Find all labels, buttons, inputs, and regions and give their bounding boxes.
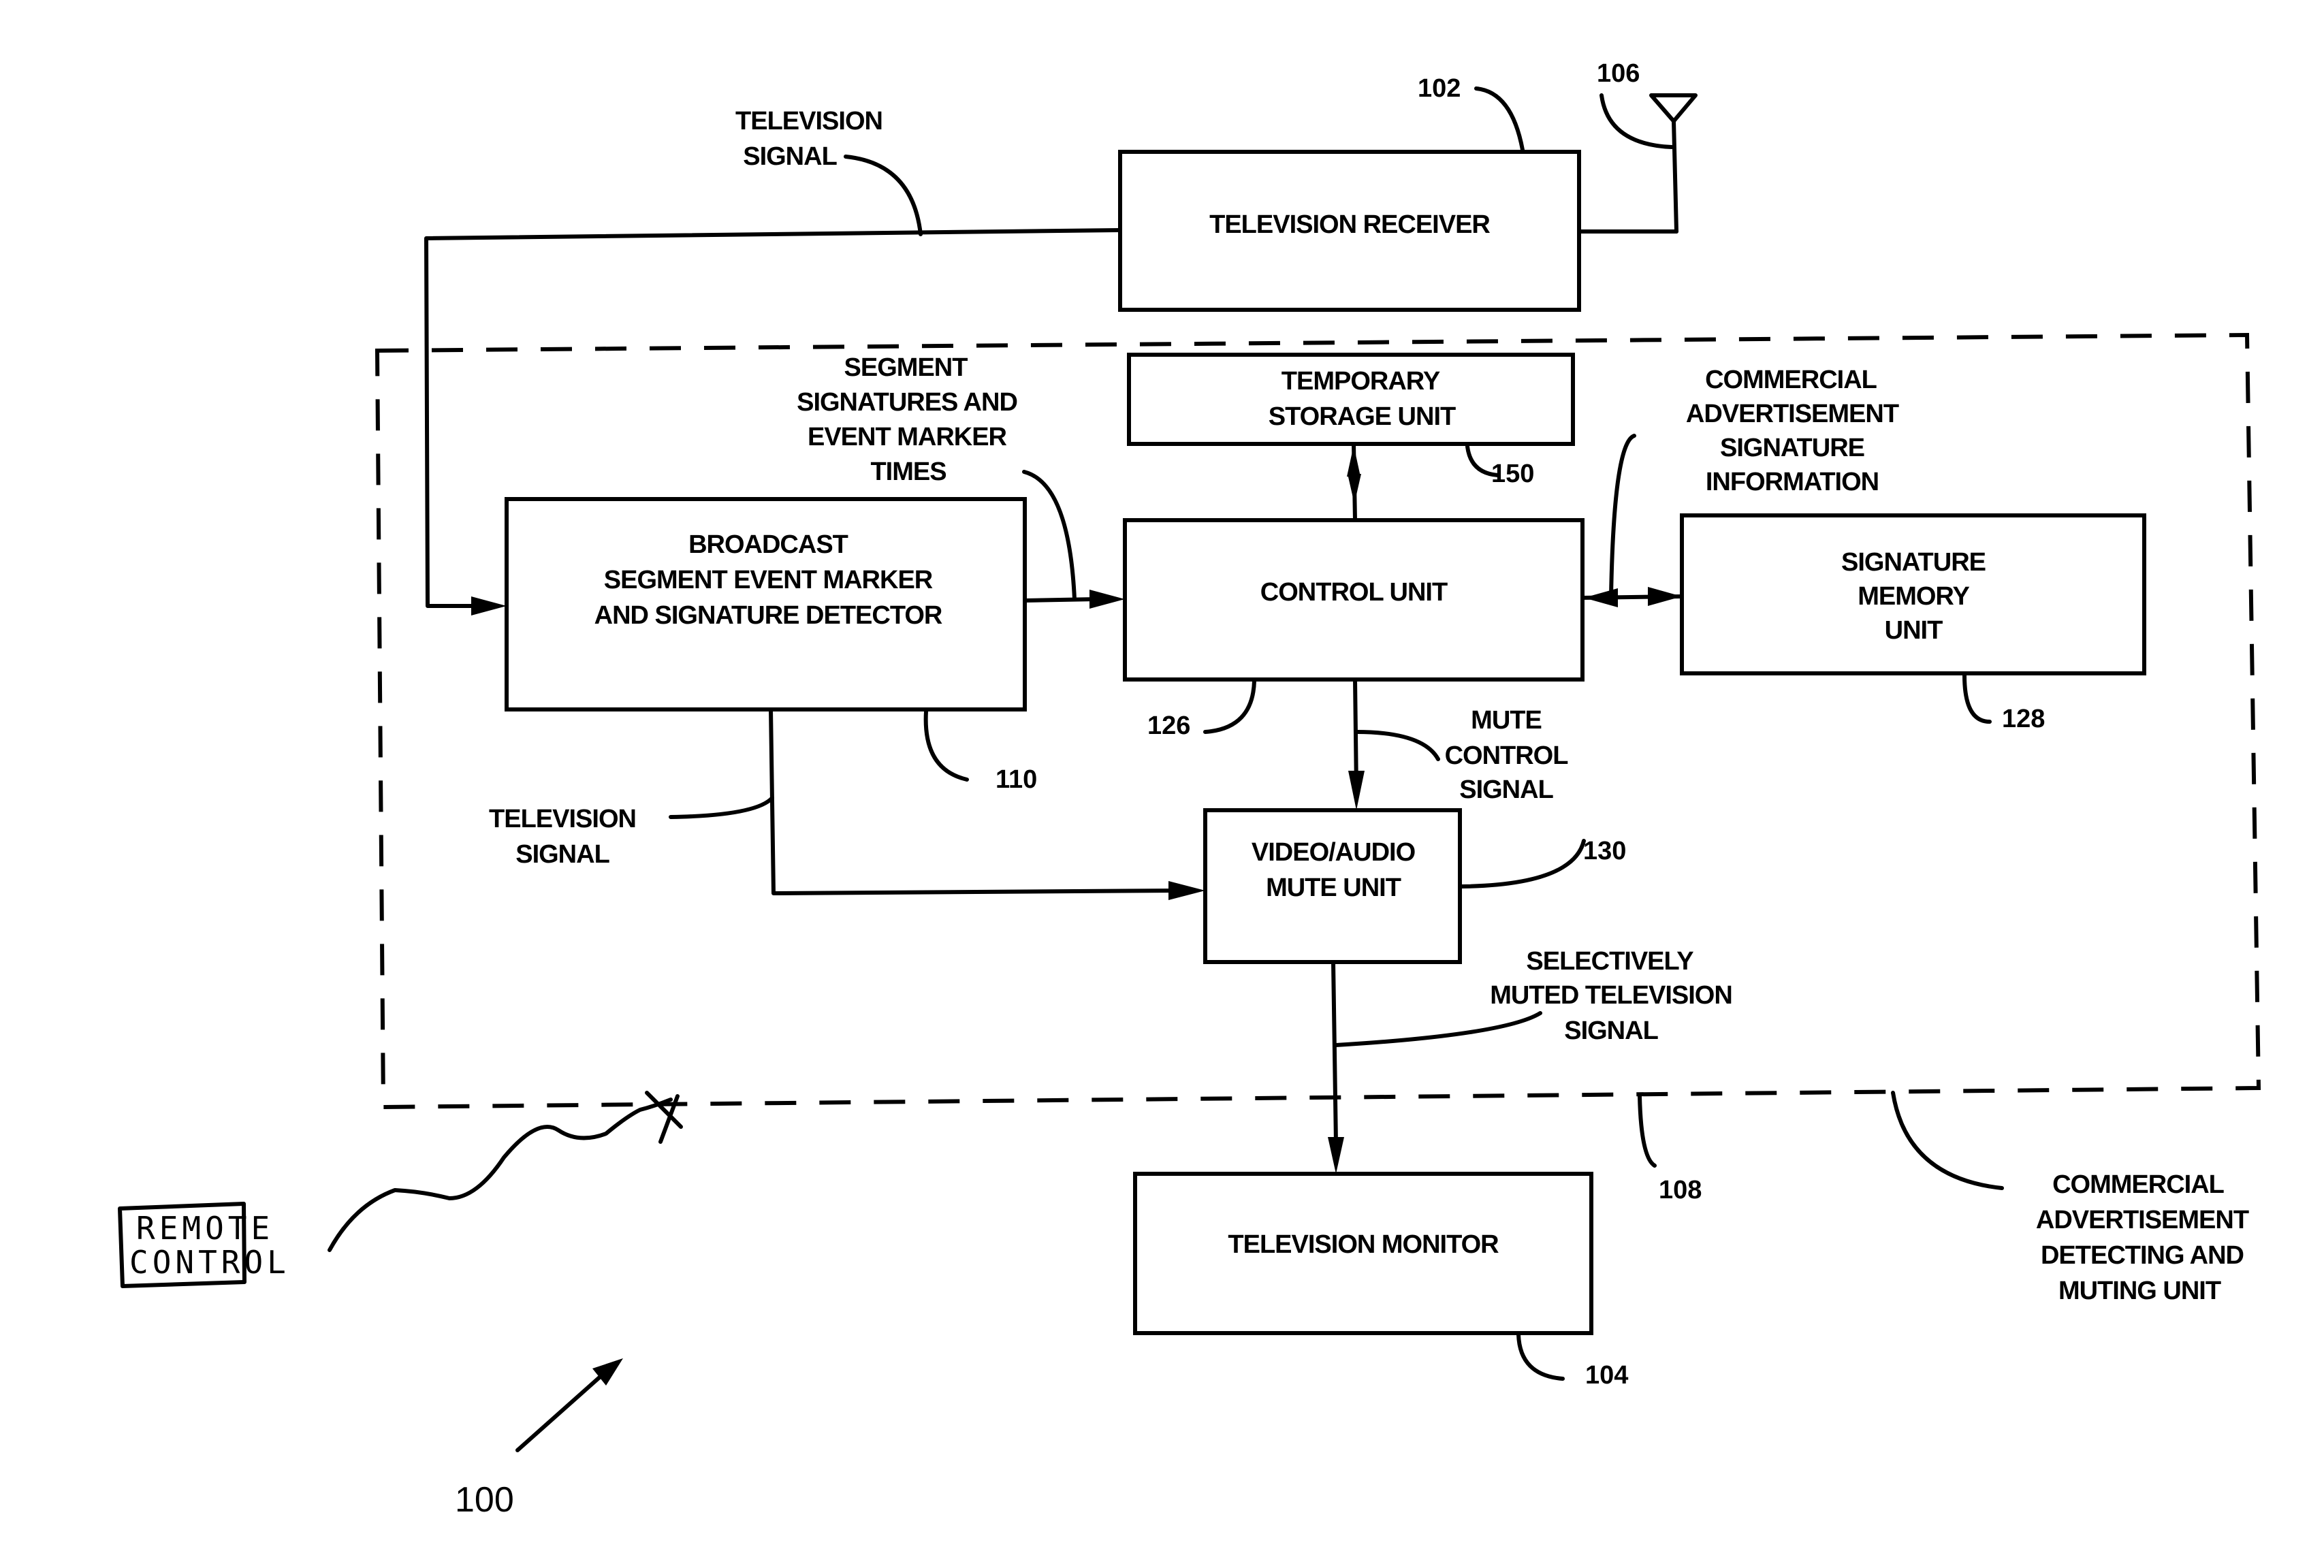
leader-mute-control	[1354, 730, 1440, 761]
temp-storage-block: TEMPORARY STORAGE UNIT	[1127, 353, 1575, 446]
leader-106	[1599, 93, 1674, 149]
ref-102: 102	[1418, 74, 1461, 103]
ad-sig-label-line4: INFORMATION	[1706, 468, 1879, 496]
tv-signal-label-top-line2: SIGNAL	[743, 142, 837, 171]
leader-muted-signal	[1334, 1011, 1542, 1047]
segment-sig-label-line3: EVENT MARKER	[808, 423, 1007, 451]
unit-label-line2: ADVERTISEMENT	[2036, 1206, 2249, 1234]
tv-signal-label-lower-line2: SIGNAL	[515, 840, 609, 869]
mute-control-label-line1: MUTE	[1471, 706, 1542, 735]
tv-receiver-block: TELEVISION RECEIVER	[1118, 150, 1581, 312]
unit-label-line4: MUTING UNIT	[2058, 1277, 2221, 1305]
detector-to-control-line	[1023, 597, 1098, 603]
mute-unit-block: VIDEO/AUDIO MUTE UNIT	[1203, 808, 1462, 964]
arrow-down-control	[1348, 474, 1361, 504]
remote-label-line2: CONTROL	[129, 1244, 290, 1281]
leader-tv-signal-top	[844, 155, 923, 236]
muted-label-line2: MUTED TELEVISION	[1490, 981, 1732, 1010]
leader-tv-signal-lower	[669, 796, 774, 819]
signature-memory-block: SIGNATURE MEMORY UNIT	[1680, 513, 2146, 675]
leader-128	[1962, 673, 1992, 724]
ad-sig-label-line3: SIGNATURE	[1720, 434, 1864, 462]
leader-segment-sig	[1022, 470, 1077, 601]
ref-130: 130	[1583, 837, 1626, 865]
control-unit-label: CONTROL UNIT	[1260, 578, 1448, 607]
leader-102	[1474, 86, 1525, 152]
arrow-up-temp	[1347, 445, 1360, 477]
leader-126	[1203, 679, 1256, 734]
tv-signal-label-top-line1: TELEVISION	[735, 107, 882, 135]
mute-unit-label-line1: VIDEO/AUDIO	[1252, 838, 1415, 867]
patent-block-diagram: TELEVISION RECEIVER 102 106 TELEVISION S…	[118, 59, 2261, 1520]
unit-label-line1: COMMERCIAL	[2052, 1170, 2225, 1199]
arrow-into-detector	[471, 596, 507, 615]
arrow-into-monitor	[1328, 1137, 1344, 1174]
ref-106: 106	[1597, 59, 1640, 88]
tv-signal-line-lower	[769, 707, 1180, 895]
sig-memory-label-line2: MEMORY	[1858, 582, 1969, 611]
temp-storage-label-line2: STORAGE UNIT	[1269, 402, 1456, 431]
leader-unit	[1891, 1091, 2004, 1190]
mute-unit-label-line2: MUTE UNIT	[1266, 874, 1401, 902]
tv-signal-label-lower-line1: TELEVISION	[489, 805, 636, 833]
ref-108: 108	[1659, 1176, 1702, 1204]
mute-control-label-line2: CONTROL	[1445, 741, 1569, 770]
antenna-icon	[1577, 93, 1698, 234]
unit-label-line3: DETECTING AND	[2041, 1241, 2244, 1270]
ref-128: 128	[2002, 705, 2045, 733]
figure-pointer-arrow	[515, 1366, 611, 1452]
leader-130	[1459, 839, 1586, 889]
arrow-into-sigmem	[1648, 587, 1682, 606]
leader-108	[1638, 1094, 1657, 1168]
figure-ref-100: 100	[455, 1480, 514, 1520]
arrow-into-control	[1089, 590, 1125, 609]
segment-sig-label-line2: SIGNATURES AND	[797, 388, 1017, 417]
arrow-into-mute-left	[1168, 881, 1205, 900]
muted-signal-line	[1331, 960, 1338, 1146]
ref-126: 126	[1147, 711, 1190, 740]
wireless-signal-icon	[328, 1098, 673, 1252]
segment-sig-label-line4: TIMES	[870, 458, 946, 486]
ref-104: 104	[1585, 1361, 1628, 1390]
leader-110	[923, 709, 969, 782]
detector-label-line3: AND SIGNATURE DETECTOR	[594, 601, 942, 630]
remote-label-line1: REMOTE	[136, 1210, 274, 1247]
mute-control-label-line3: SIGNAL	[1459, 775, 1553, 804]
segment-sig-label-line1: SEGMENT	[844, 353, 968, 382]
ref-110: 110	[996, 765, 1037, 794]
ad-sig-label-line1: COMMERCIAL	[1705, 366, 1877, 394]
control-unit-block: CONTROL UNIT	[1123, 518, 1585, 682]
sig-memory-label-line1: SIGNATURE	[1841, 548, 1986, 577]
remote-control-block: REMOTE CONTROL	[118, 1202, 290, 1288]
ad-sig-label-line2: ADVERTISEMENT	[1686, 400, 1899, 428]
tv-receiver-label: TELEVISION RECEIVER	[1209, 210, 1490, 239]
muted-label-line1: SELECTIVELY	[1526, 947, 1693, 976]
tv-monitor-block: TELEVISION MONITOR	[1133, 1172, 1593, 1335]
leader-ad-sig	[1609, 434, 1636, 598]
leader-104	[1516, 1332, 1565, 1381]
detector-label-line2: SEGMENT EVENT MARKER	[604, 566, 933, 594]
detecting-muting-unit-boundary	[375, 332, 2261, 1110]
detector-label-line1: BROADCAST	[688, 530, 848, 559]
muted-label-line3: SIGNAL	[1564, 1017, 1658, 1045]
detector-block: BROADCAST SEGMENT EVENT MARKER AND SIGNA…	[505, 497, 1027, 711]
temp-storage-label-line1: TEMPORARY	[1282, 367, 1440, 396]
arrow-into-mute-unit	[1348, 771, 1365, 810]
sig-memory-label-line3: UNIT	[1885, 616, 1943, 645]
tv-monitor-label: TELEVISION MONITOR	[1228, 1230, 1499, 1259]
